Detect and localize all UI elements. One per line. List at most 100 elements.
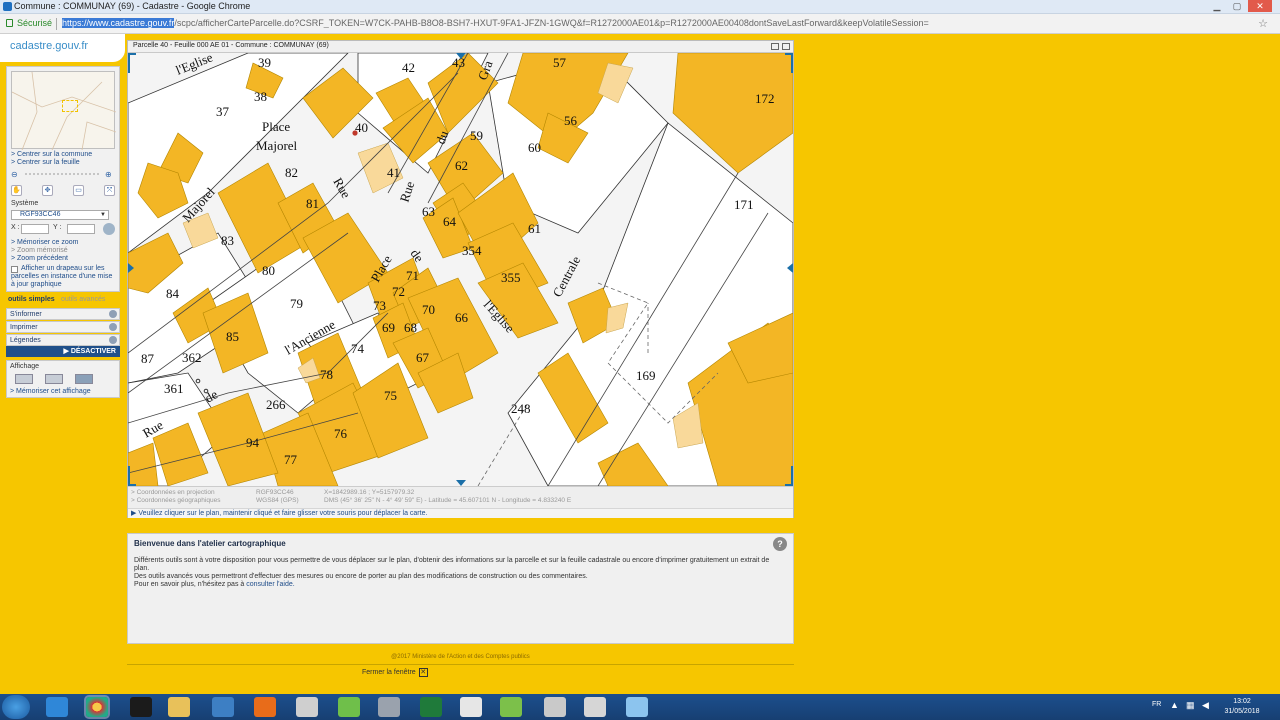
- system-select[interactable]: RGF93CC46: [11, 210, 109, 220]
- tool-inform-label: S'informer: [10, 311, 42, 318]
- network-icon[interactable]: ▦: [1186, 700, 1195, 711]
- parcel-number: 75: [384, 388, 397, 403]
- app-mountain-icon[interactable]: [544, 697, 566, 717]
- cadastral-map-drawing[interactable]: l'Eglise Place Majorel Rue du Majorel Ru…: [128, 53, 793, 486]
- parcel-number: 63: [422, 204, 435, 219]
- overview-map[interactable]: [11, 71, 117, 151]
- tool-print[interactable]: Imprimer: [6, 321, 120, 333]
- hand-pan-icon[interactable]: ✋: [11, 185, 22, 196]
- move-cross-icon[interactable]: ✥: [42, 185, 53, 196]
- qgis-2-icon[interactable]: [500, 697, 522, 717]
- tray-arrow-icon[interactable]: ▲: [1170, 700, 1179, 710]
- zoom-slider[interactable]: ⊖ ⊕: [11, 170, 115, 179]
- parcel-number: 77: [284, 452, 298, 467]
- tools-tabs: outils simples outils avancés: [6, 296, 120, 306]
- app-sphere-icon[interactable]: [296, 697, 318, 717]
- excel-icon[interactable]: [420, 697, 442, 717]
- parcel-number: 72: [392, 284, 405, 299]
- close-window-label[interactable]: Fermer la fenêtre: [362, 669, 416, 676]
- close-icon[interactable]: ✕: [418, 668, 428, 677]
- coord-proj-label[interactable]: > Coordonnées en projection: [131, 489, 215, 496]
- url-field[interactable]: https://www.cadastre.gouv.fr/scpc/affich…: [62, 18, 1202, 28]
- play-icon: [109, 336, 117, 344]
- center-commune-link[interactable]: > Centrer sur la commune: [11, 151, 92, 158]
- zoom-box-icon[interactable]: ▭: [73, 185, 84, 196]
- chrome-icon[interactable]: [86, 697, 108, 717]
- y-input[interactable]: [67, 224, 95, 234]
- memorized-zoom-link[interactable]: > Zoom mémorisé: [11, 247, 68, 254]
- app-frame-icon[interactable]: [584, 697, 606, 717]
- tool-legends[interactable]: Légendes: [6, 334, 120, 346]
- url-selected-part[interactable]: https://www.cadastre.gouv.fr: [62, 18, 175, 28]
- parcel-number: 43: [452, 55, 465, 70]
- x-input[interactable]: [21, 224, 49, 234]
- maximize-button[interactable]: ▢: [1228, 0, 1246, 12]
- qgis-icon[interactable]: [338, 697, 360, 717]
- tab-simple-tools[interactable]: outils simples: [8, 296, 55, 303]
- address-separator: [56, 18, 57, 30]
- cadastral-map[interactable]: l'Eglise Place Majorel Rue du Majorel Ru…: [128, 53, 793, 486]
- start-button[interactable]: [2, 695, 30, 719]
- welcome-paragraph-3: Pour en savoir plus, n'hésitez pas à con…: [134, 581, 774, 589]
- app-window-icon[interactable]: [460, 697, 482, 717]
- parcel-number: 38: [254, 89, 267, 104]
- welcome-paragraph-3-text: Pour en savoir plus, n'hésitez pas à: [134, 581, 245, 588]
- close-window-link[interactable]: Fermer la fenêtre ✕: [362, 668, 428, 677]
- help-icon[interactable]: ?: [773, 537, 787, 551]
- maximize-map-icon[interactable]: [782, 43, 790, 50]
- secure-label: Sécurisé: [17, 18, 53, 28]
- parcel-number: 62: [455, 158, 468, 173]
- coord-geo-label[interactable]: > Coordonnées géographiques: [131, 497, 220, 504]
- display-mode-2-icon[interactable]: [45, 374, 63, 384]
- app-doc-icon[interactable]: [626, 697, 648, 717]
- volume-icon[interactable]: ◀: [1202, 700, 1209, 711]
- flag-text-1: Afficher un drapeau sur les: [21, 265, 105, 272]
- chrome-tab-icon: [3, 2, 12, 11]
- display-mode-1-icon[interactable]: [15, 374, 33, 384]
- restore-map-icon[interactable]: [771, 43, 779, 50]
- parcel-number: 354: [462, 243, 482, 258]
- memorize-display-link[interactable]: > Mémoriser cet affichage: [10, 388, 91, 395]
- site-logo[interactable]: cadastre.gouv.fr: [0, 34, 125, 62]
- parcel-number: 172: [755, 91, 775, 106]
- parcel-number: 78: [320, 367, 333, 382]
- url-rest-part[interactable]: /scpc/afficherCarteParcelle.do?CSRF_TOKE…: [174, 18, 928, 28]
- address-bar[interactable]: Sécurisé https://www.cadastre.gouv.fr/sc…: [0, 14, 1280, 34]
- tool-inform[interactable]: S'informer: [6, 308, 120, 320]
- firefox-icon[interactable]: [254, 697, 276, 717]
- tab-advanced-tools[interactable]: outils avancés: [61, 296, 105, 303]
- flag-text-3: à jour graphique: [11, 281, 62, 288]
- clock-date: 31/05/2018: [1224, 708, 1260, 715]
- bookmark-star-icon[interactable]: ☆: [1258, 17, 1268, 30]
- zoom-out-box-icon[interactable]: ⤧: [104, 185, 115, 196]
- memorize-zoom-link[interactable]: > Mémoriser ce zoom: [11, 239, 79, 246]
- svg-text:⊖: ⊖: [11, 170, 18, 178]
- app-s-icon[interactable]: [130, 697, 152, 717]
- display-mode-3-icon[interactable]: [75, 374, 93, 384]
- app-device-icon[interactable]: [378, 697, 400, 717]
- welcome-paragraph-2: Des outils avancés vous permettront d'ef…: [134, 573, 588, 580]
- coordinates-go-button[interactable]: [103, 223, 115, 235]
- previous-zoom-link[interactable]: > Zoom précédent: [11, 255, 68, 262]
- site-logo-text[interactable]: cadastre.gouv.fr: [10, 40, 88, 52]
- file-explorer-icon[interactable]: [168, 697, 190, 717]
- coord-proj-system: RGF93CC46: [256, 489, 294, 496]
- app-a-icon[interactable]: [212, 697, 234, 717]
- language-indicator[interactable]: FR: [1152, 701, 1161, 708]
- close-window-button[interactable]: ✕: [1248, 0, 1272, 12]
- parcel-number: 68: [404, 320, 417, 335]
- minimize-button[interactable]: ▁: [1208, 0, 1226, 12]
- parcel-number: 74: [351, 341, 365, 356]
- parcel-number: 85: [226, 329, 239, 344]
- center-sheet-link[interactable]: > Centrer sur la feuille: [11, 159, 80, 166]
- internet-explorer-icon[interactable]: [46, 697, 68, 717]
- clock-time: 13:02: [1233, 698, 1251, 705]
- parcel-number: 60: [528, 140, 541, 155]
- tool-print-label: Imprimer: [10, 324, 38, 331]
- coord-geo-value: DMS (45° 36' 25'' N - 4° 49' 59'' E) - L…: [324, 497, 572, 504]
- help-link[interactable]: consulter l'aide.: [246, 581, 294, 588]
- flag-checkbox[interactable]: [11, 266, 18, 273]
- deactivate-button[interactable]: ▶ DÉSACTIVER: [6, 346, 120, 357]
- coord-proj-value: X=1842989.16 ; Y=5157979.32: [324, 489, 415, 496]
- clock[interactable]: 13:02 31/05/2018: [1222, 697, 1262, 717]
